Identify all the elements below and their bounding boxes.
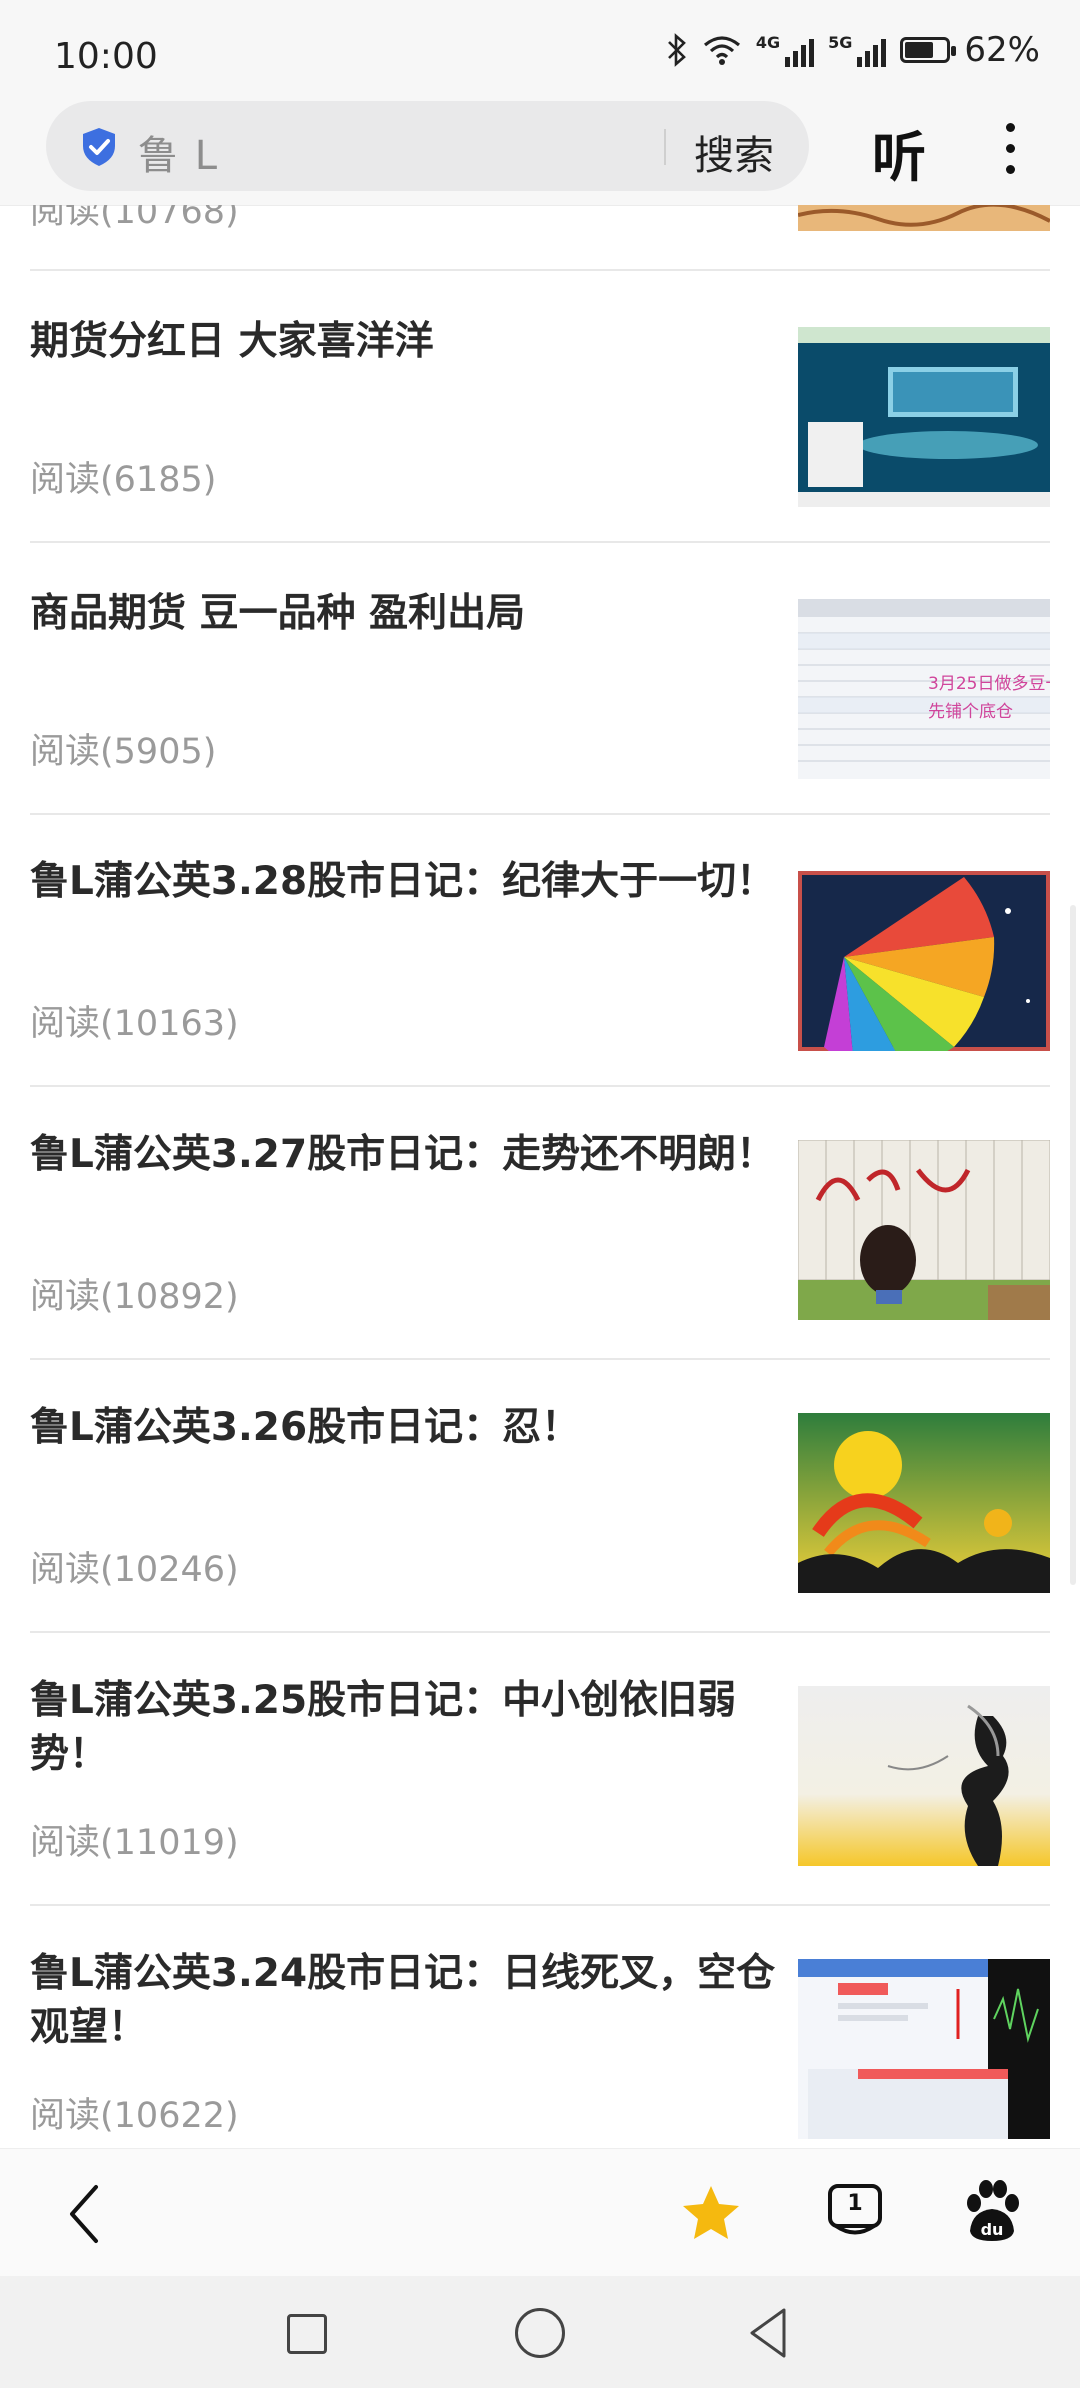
signal-5g-icon: 5G	[828, 33, 887, 67]
article-title[interactable]: 鲁L蒲公英3.24股市日记：日线死叉，空仓观望！	[30, 1947, 780, 2055]
search-query[interactable]: 鲁 L	[138, 123, 219, 181]
wifi-icon	[703, 36, 740, 65]
article-thumbnail[interactable]	[798, 1686, 1050, 1866]
article-reads: 阅读(10246)	[30, 1550, 239, 1590]
browser-header: 鲁 L 搜索 听	[0, 95, 1080, 206]
battery-percent: 62%	[964, 30, 1040, 70]
bluetooth-icon	[667, 33, 686, 67]
scrollbar[interactable]	[1070, 905, 1076, 1585]
article-title[interactable]: 期货分红日 大家喜洋洋	[30, 315, 780, 369]
thumbnail-caption: 先铺个底仓	[928, 702, 1013, 722]
search-button[interactable]: 搜索	[694, 123, 774, 181]
system-nav-bar	[0, 2276, 1080, 2388]
article-reads: 阅读(10892)	[30, 1277, 239, 1317]
article-thumbnail[interactable]	[798, 1140, 1050, 1320]
status-time: 10:00	[54, 36, 158, 77]
article-thumbnail[interactable]	[798, 1959, 1050, 2139]
article-list: 阅读(10768) 期货分红日 大家喜洋洋 阅读(6185) 商品期货 豆一品种…	[0, 205, 1080, 2148]
divider	[30, 541, 1050, 543]
status-icons: 4G 5G 62%	[666, 30, 1040, 70]
divider	[30, 1358, 1050, 1360]
partial-item-reads: 阅读(10768)	[30, 205, 239, 232]
thumbnail-caption: 3月25日做多豆一	[928, 674, 1050, 694]
baidu-paw-icon[interactable]: du	[962, 2179, 1022, 2245]
divider	[30, 813, 1050, 815]
svg-text:du: du	[981, 2220, 1004, 2239]
browser-bottom-bar: 1 du	[0, 2148, 1080, 2277]
network-type-label: 4G	[755, 33, 781, 52]
article-thumbnail[interactable]	[798, 327, 1050, 507]
system-back-icon[interactable]	[746, 2306, 790, 2360]
article-title[interactable]: 商品期货 豆一品种 盈利出局	[30, 587, 780, 641]
article-thumbnail[interactable]	[798, 1413, 1050, 1593]
shield-icon	[83, 128, 115, 166]
article-reads: 阅读(11019)	[30, 1823, 239, 1863]
article-reads: 阅读(6185)	[30, 460, 217, 500]
battery-icon	[900, 37, 957, 63]
article-title[interactable]: 鲁L蒲公英3.27股市日记：走势还不明朗！	[30, 1128, 780, 1182]
article-title[interactable]: 鲁L蒲公英3.28股市日记：纪律大于一切！	[30, 855, 780, 909]
network-type-label: 5G	[828, 33, 853, 52]
listen-button[interactable]: 听	[872, 113, 926, 192]
divider	[30, 1904, 1050, 1906]
status-bar: 10:00 4G 5G 62%	[0, 0, 1080, 105]
back-arrow-icon[interactable]	[60, 2179, 110, 2249]
star-favorite-icon[interactable]	[680, 2183, 742, 2243]
tabs-button[interactable]: 1	[826, 2183, 884, 2239]
more-menu-icon[interactable]	[995, 119, 1025, 179]
article-reads: 阅读(10163)	[30, 1004, 239, 1044]
partial-item-thumbnail[interactable]	[798, 205, 1050, 231]
search-box[interactable]: 鲁 L 搜索	[46, 101, 809, 191]
divider	[30, 269, 1050, 271]
article-reads: 阅读(5905)	[30, 732, 217, 772]
article-reads: 阅读(10622)	[30, 2096, 239, 2136]
home-icon[interactable]	[515, 2308, 565, 2358]
divider	[30, 1085, 1050, 1087]
article-title[interactable]: 鲁L蒲公英3.26股市日记：忍！	[30, 1401, 780, 1455]
article-thumbnail[interactable]: 3月25日做多豆一 先铺个底仓	[798, 599, 1050, 779]
search-divider	[664, 129, 666, 165]
article-thumbnail[interactable]	[798, 871, 1050, 1051]
tab-count: 1	[847, 2191, 863, 2216]
signal-4g-icon: 4G	[755, 33, 815, 67]
recent-apps-icon[interactable]	[287, 2314, 327, 2354]
article-title[interactable]: 鲁L蒲公英3.25股市日记：中小创依旧弱势！	[30, 1674, 780, 1782]
divider	[30, 1631, 1050, 1633]
